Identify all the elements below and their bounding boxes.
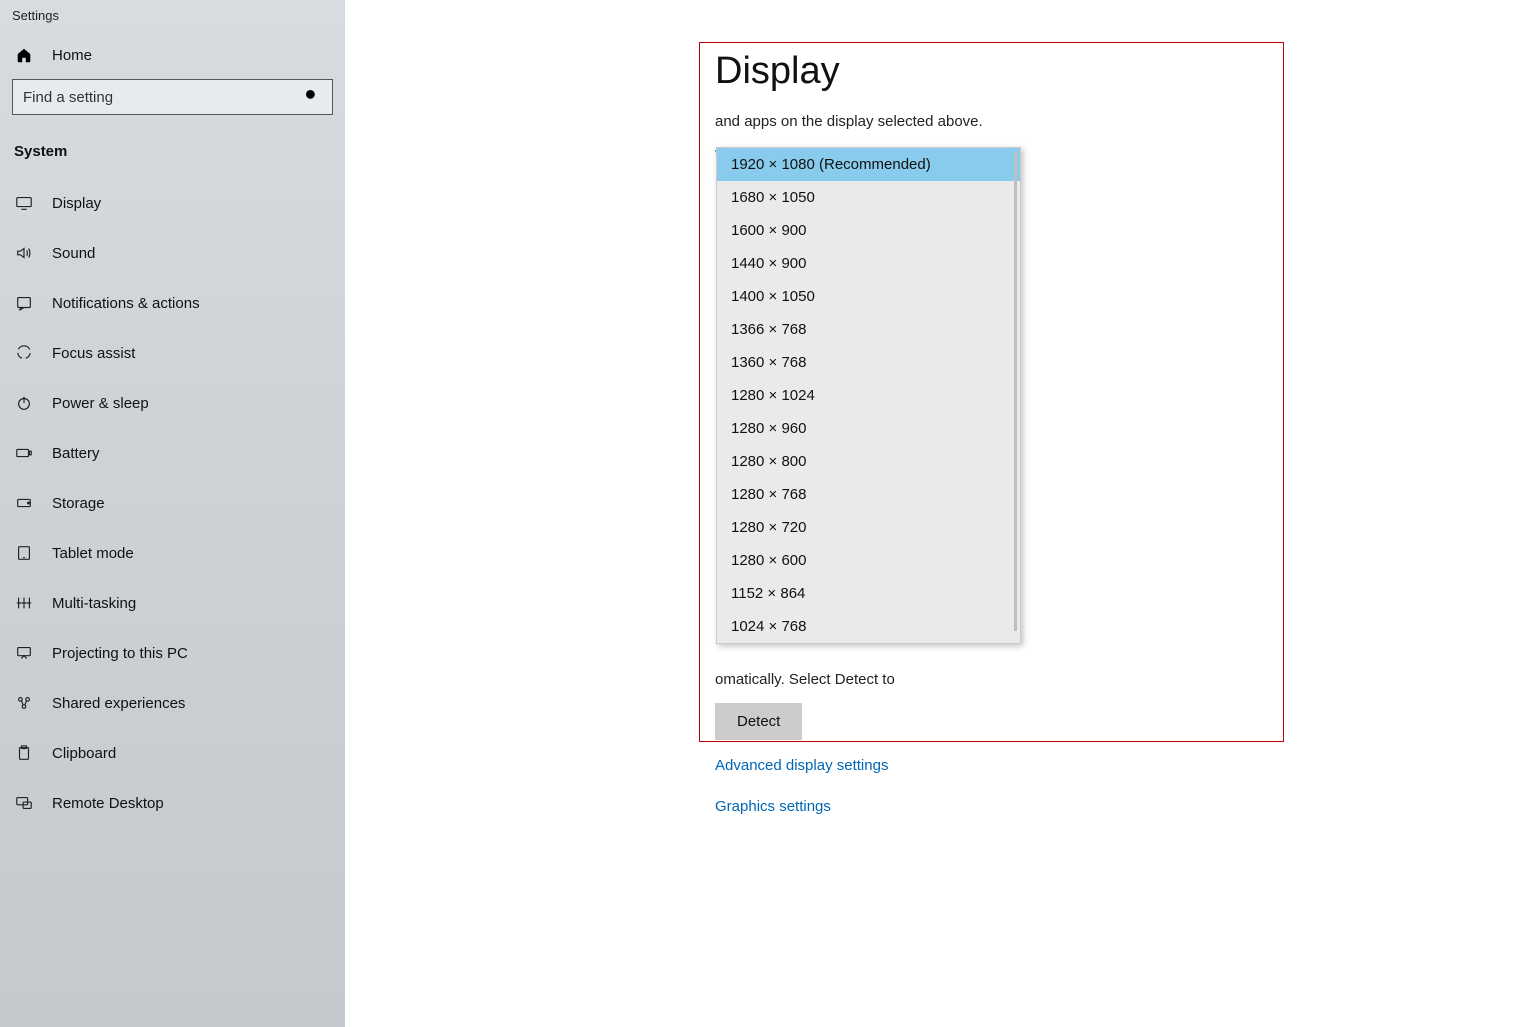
resolution-option[interactable]: 1280 × 800	[717, 445, 1020, 478]
sound-icon	[14, 243, 34, 263]
sidebar-item-display[interactable]: Display	[0, 178, 345, 228]
sidebar-item-label: Display	[52, 195, 101, 212]
sidebar-item-label: Focus assist	[52, 345, 135, 362]
sidebar-item-battery[interactable]: Battery	[0, 428, 345, 478]
focus-assist-icon	[14, 343, 34, 363]
resolution-dropdown[interactable]: 1920 × 1080 (Recommended) 1680 × 1050 16…	[716, 147, 1021, 644]
sidebar-item-label: Multi-tasking	[52, 595, 136, 612]
search-input[interactable]	[23, 89, 304, 106]
graphics-settings-link[interactable]: Graphics settings	[715, 793, 888, 820]
tablet-icon	[14, 543, 34, 563]
display-icon	[14, 193, 34, 213]
resolution-option[interactable]: 1152 × 864	[717, 577, 1020, 610]
home-icon	[14, 45, 34, 65]
sidebar-home[interactable]: Home	[0, 31, 345, 79]
resolution-option[interactable]: 1680 × 1050	[717, 181, 1020, 214]
sidebar-item-sound[interactable]: Sound	[0, 228, 345, 278]
sidebar-item-label: Clipboard	[52, 745, 116, 762]
sidebar-nav: Display Sound Notifications & actions Fo…	[0, 178, 345, 828]
sidebar-item-tablet-mode[interactable]: Tablet mode	[0, 528, 345, 578]
shared-icon	[14, 693, 34, 713]
remote-desktop-icon	[14, 793, 34, 813]
sidebar-item-label: Sound	[52, 245, 95, 262]
resolution-option[interactable]: 1024 × 768	[717, 610, 1020, 643]
sidebar-item-shared-experiences[interactable]: Shared experiences	[0, 678, 345, 728]
resolution-option[interactable]: 1360 × 768	[717, 346, 1020, 379]
sidebar-item-label: Shared experiences	[52, 695, 185, 712]
sidebar-item-label: Tablet mode	[52, 545, 134, 562]
sidebar-item-remote-desktop[interactable]: Remote Desktop	[0, 778, 345, 828]
scaling-description-partial: and apps on the display selected above.	[715, 111, 1275, 132]
sidebar-item-label: Battery	[52, 445, 100, 462]
clipboard-icon	[14, 743, 34, 763]
search-icon	[304, 88, 322, 106]
settings-sidebar: Settings Home System Display So	[0, 0, 345, 1027]
sidebar-item-clipboard[interactable]: Clipboard	[0, 728, 345, 778]
page-title: Display	[715, 50, 1275, 93]
sidebar-item-projecting[interactable]: Projecting to this PC	[0, 628, 345, 678]
power-icon	[14, 393, 34, 413]
resolution-option[interactable]: 1400 × 1050	[717, 280, 1020, 313]
resolution-option[interactable]: 1600 × 900	[717, 214, 1020, 247]
resolution-option[interactable]: 1280 × 720	[717, 511, 1020, 544]
advanced-display-link[interactable]: Advanced display settings	[715, 752, 888, 779]
sidebar-item-label: Projecting to this PC	[52, 645, 188, 662]
storage-icon	[14, 493, 34, 513]
sidebar-item-label: Remote Desktop	[52, 795, 164, 812]
dropdown-scrollbar[interactable]	[1014, 151, 1017, 631]
battery-icon	[14, 443, 34, 463]
window-title: Settings	[0, 6, 345, 31]
detect-button[interactable]: Detect	[715, 703, 802, 740]
sidebar-item-label: Storage	[52, 495, 105, 512]
resolution-option[interactable]: 1920 × 1080 (Recommended)	[717, 148, 1020, 181]
sidebar-category: System	[0, 125, 345, 178]
resolution-option[interactable]: 1280 × 600	[717, 544, 1020, 577]
notifications-icon	[14, 293, 34, 313]
multitasking-icon	[14, 593, 34, 613]
sidebar-item-notifications[interactable]: Notifications & actions	[0, 278, 345, 328]
sidebar-item-label: Power & sleep	[52, 395, 149, 412]
resolution-option[interactable]: 1280 × 1024	[717, 379, 1020, 412]
sidebar-item-multitasking[interactable]: Multi-tasking	[0, 578, 345, 628]
projecting-icon	[14, 643, 34, 663]
sidebar-item-label: Notifications & actions	[52, 295, 200, 312]
sidebar-item-storage[interactable]: Storage	[0, 478, 345, 528]
sidebar-item-power-sleep[interactable]: Power & sleep	[0, 378, 345, 428]
sidebar-item-focus-assist[interactable]: Focus assist	[0, 328, 345, 378]
resolution-option[interactable]: 1280 × 960	[717, 412, 1020, 445]
resolution-option[interactable]: 1440 × 900	[717, 247, 1020, 280]
search-box[interactable]	[12, 79, 333, 115]
sidebar-home-label: Home	[52, 47, 92, 64]
main-content: Display and apps on the display selected…	[345, 0, 1521, 1027]
resolution-option[interactable]: 1280 × 768	[717, 478, 1020, 511]
detect-description-partial: omatically. Select Detect to	[715, 669, 1275, 691]
resolution-option[interactable]: 1366 × 768	[717, 313, 1020, 346]
